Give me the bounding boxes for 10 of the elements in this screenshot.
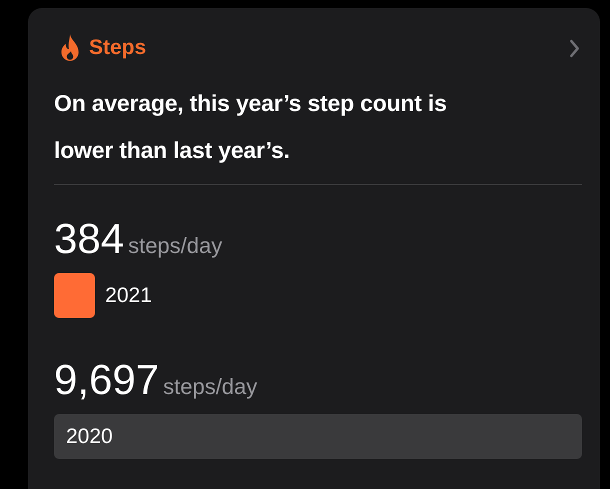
card-title: Steps [89,36,148,60]
chevron-icon[interactable] [569,38,580,58]
step-value: 9,697 [54,356,160,404]
flame-icon [59,33,81,63]
year-label: 2021 [105,284,152,308]
step-value: 384 [54,215,124,263]
unit-label: steps/day [163,374,258,400]
year-label: 2020 [66,424,113,448]
summary-text: On average, this year’s step count is lower than last year’s. [54,89,448,165]
unit-label: steps/day [128,233,222,259]
